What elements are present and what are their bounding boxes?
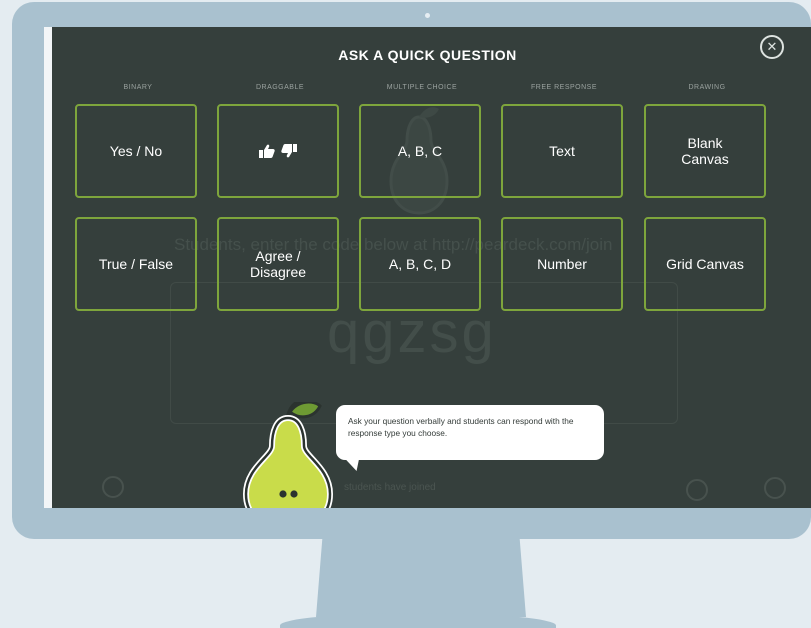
background-status: students have joined <box>344 482 436 493</box>
column-label-multiple-choice: MULTIPLE CHOICE <box>386 84 458 91</box>
text-button[interactable]: Text <box>501 104 623 198</box>
column-label-free-response: FREE RESPONSE <box>530 84 597 91</box>
true-false-button[interactable]: True / False <box>75 217 197 311</box>
abc-button[interactable]: A, B, C <box>359 104 481 198</box>
yes-no-button[interactable]: Yes / No <box>75 104 197 198</box>
thumbs-up-icon <box>259 144 275 158</box>
true-false-label: True / False <box>98 256 174 272</box>
background-arrow-icon <box>102 476 124 498</box>
app-screen: Students, enter the code below at http:/… <box>44 27 811 508</box>
abcd-button[interactable]: A, B, C, D <box>359 217 481 311</box>
abcd-label: A, B, C, D <box>388 256 452 272</box>
abc-label: A, B, C <box>397 143 443 159</box>
text-label: Text <box>549 143 575 159</box>
blank-canvas-button[interactable]: Blank Canvas <box>644 104 766 198</box>
background-pear-icon <box>686 479 708 501</box>
column-label-binary: BINARY <box>123 84 153 91</box>
tip-speech-bubble: Ask your question verbally and students … <box>336 405 604 460</box>
grid-canvas-button[interactable]: Grid Canvas <box>644 217 766 311</box>
agree-disagree-label: Agree / Disagree <box>249 248 307 280</box>
background-power-icon <box>764 477 786 499</box>
camera-dot <box>425 13 430 18</box>
blank-canvas-label: Blank Canvas <box>681 135 729 167</box>
pear-mascot <box>242 402 334 508</box>
grid-canvas-label: Grid Canvas <box>666 256 744 272</box>
agree-disagree-button[interactable]: Agree / Disagree <box>217 217 339 311</box>
thumbs-button[interactable] <box>217 104 339 198</box>
screen-edge <box>44 27 52 508</box>
number-label: Number <box>537 256 587 272</box>
column-label-draggable: DRAGGABLE <box>255 84 305 91</box>
column-label-drawing: DRAWING <box>688 84 726 91</box>
yes-no-label: Yes / No <box>109 143 163 159</box>
monitor-stand <box>316 539 526 617</box>
thumbs-down-icon <box>281 144 297 158</box>
tip-text: Ask your question verbally and students … <box>348 416 574 438</box>
modal-title: ASK A QUICK QUESTION <box>338 47 517 63</box>
number-button[interactable]: Number <box>501 217 623 311</box>
